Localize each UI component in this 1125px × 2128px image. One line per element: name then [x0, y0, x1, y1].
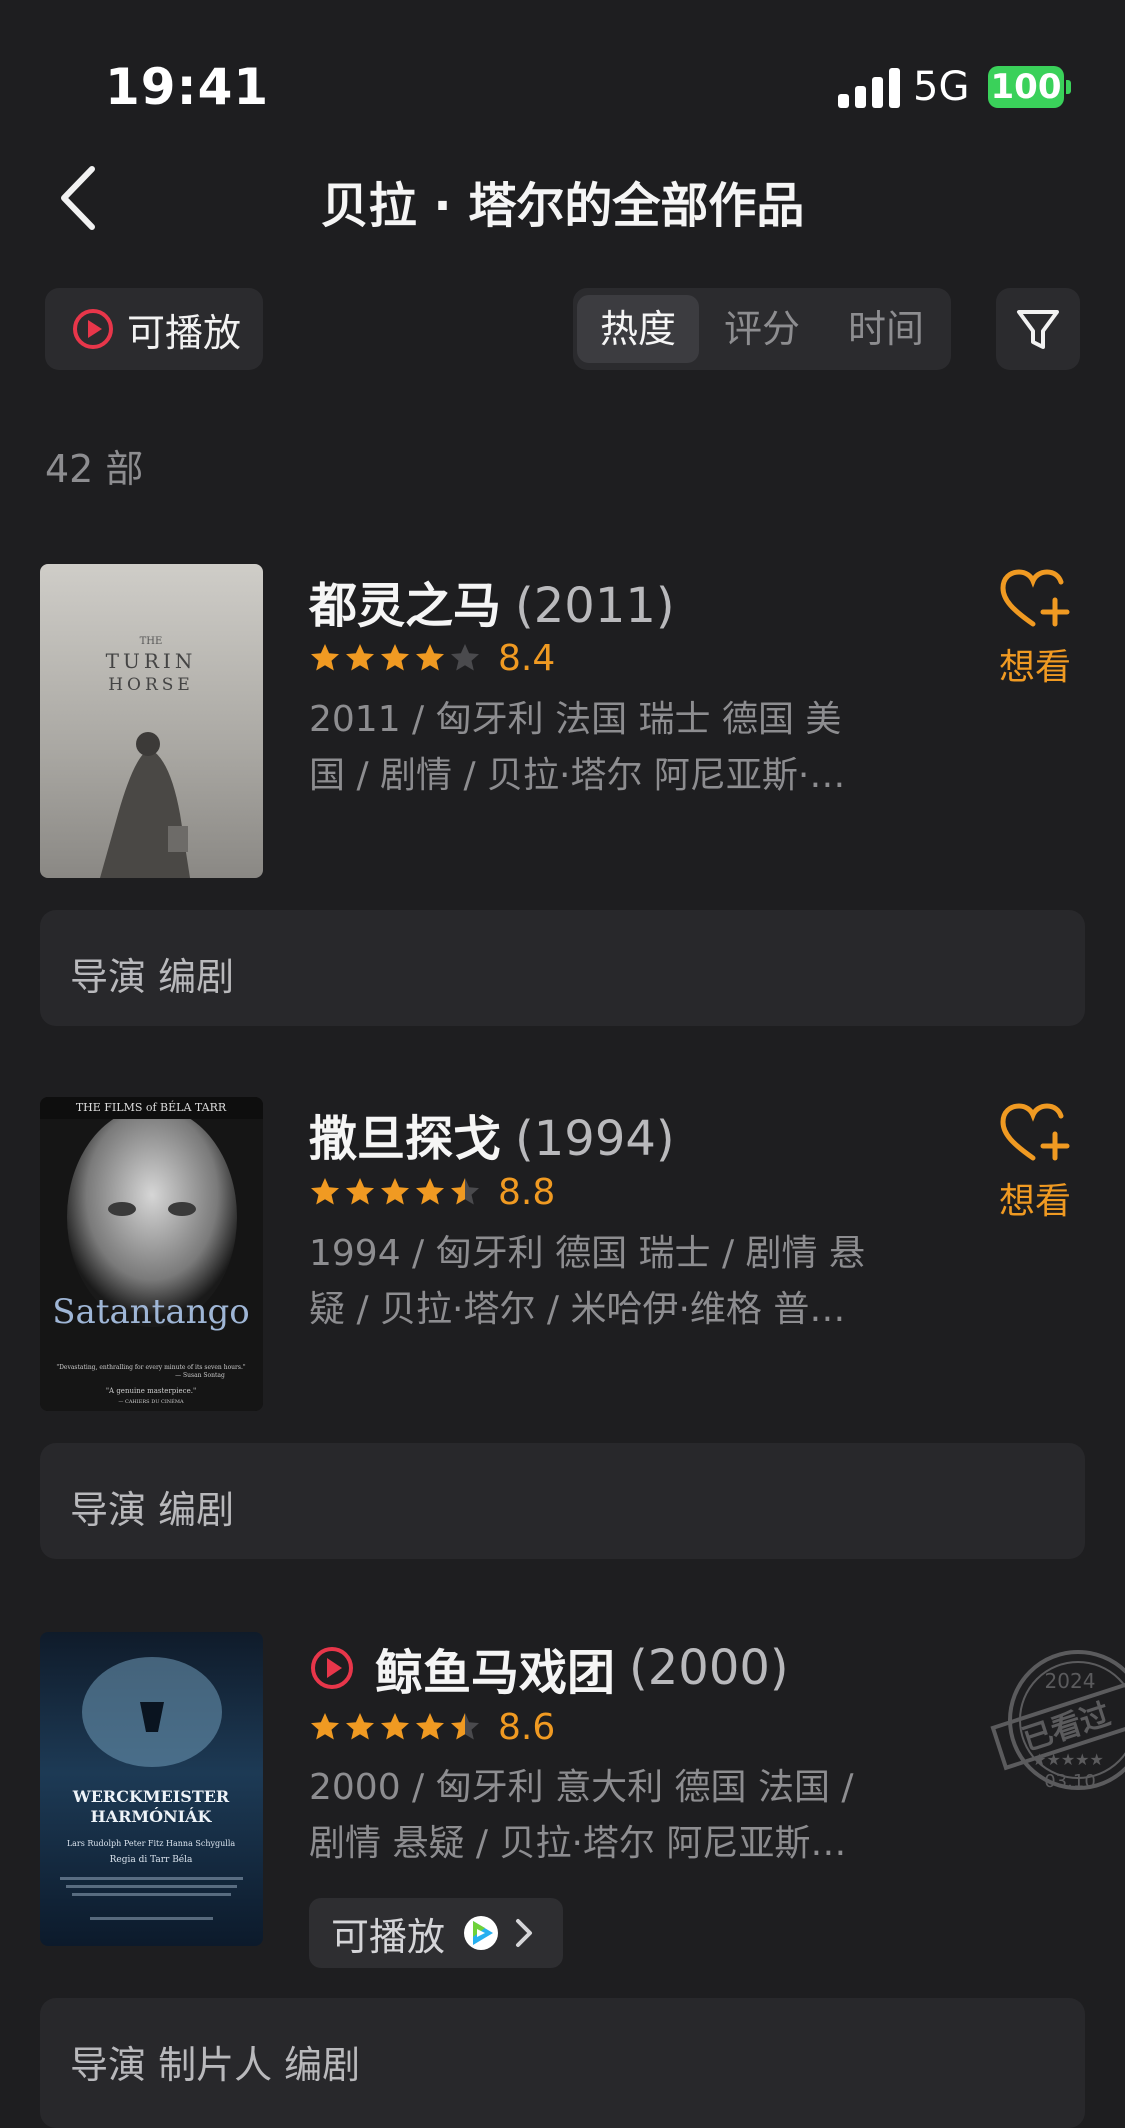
video-platform-icon: [464, 1916, 499, 1950]
poster-text: — Susan Sontag: [175, 1372, 225, 1379]
star-icon: [451, 1178, 479, 1205]
film-meta-line: 1994 / 匈牙利 德国 瑞士 / 剧情 悬: [309, 1233, 865, 1274]
want-to-watch-label: 想看: [998, 647, 1071, 688]
svg-text:★★★★★: ★★★★★: [1032, 1750, 1104, 1769]
funnel-icon: [1017, 310, 1059, 349]
film-meta-line: 剧情 悬疑 / 贝拉·塔尔 阿尼亚斯…: [309, 1823, 847, 1864]
sort-tab-rating[interactable]: 评分: [701, 295, 823, 363]
star-icon: [451, 1713, 479, 1740]
sort-tab-popularity[interactable]: 热度: [577, 295, 699, 363]
film-title-text: 撒旦探戈: [309, 1111, 502, 1167]
rating-stars: 8.4: [309, 637, 556, 679]
film-poster-satantango[interactable]: THE FILMS of BÉLA TARR Satantango "Devas…: [40, 1097, 263, 1411]
film-meta-line: 疑 / 贝拉·塔尔 / 米哈伊·维格 普…: [309, 1289, 846, 1330]
status-time: 19:41: [105, 58, 270, 116]
film-year: (2000): [629, 1640, 789, 1696]
star-icon: [416, 1713, 444, 1740]
star-icon: [451, 644, 479, 671]
film-title-text: 都灵之马: [309, 578, 502, 634]
film-meta-line: 国 / 剧情 / 贝拉·塔尔 阿尼亚斯·…: [309, 755, 846, 796]
play-circle-icon: [311, 1647, 353, 1689]
network-label: 5G: [913, 64, 970, 110]
playable-chip[interactable]: 可播放: [309, 1898, 563, 1968]
rating-score: 8.4: [498, 637, 556, 679]
page-title: 贝拉 · 塔尔的全部作品: [320, 178, 805, 234]
watched-stamp-year: 2024: [1045, 1669, 1096, 1693]
star-icon: [346, 1178, 374, 1205]
role-card[interactable]: 导演 编剧: [40, 1443, 1085, 1559]
star-icon: [381, 1178, 409, 1205]
poster-text: TURIN: [106, 649, 197, 673]
want-to-watch-label: 想看: [998, 1181, 1071, 1222]
want-to-watch-button[interactable]: 想看: [990, 568, 1080, 690]
heart-plus-icon: [1000, 569, 1070, 627]
battery-icon: 100: [988, 66, 1064, 108]
star-icon: [381, 1713, 409, 1740]
heart-plus-icon: [1000, 1103, 1070, 1161]
film-meta: 2000 / 匈牙利 意大利 德国 法国 / 剧情 悬疑 / 贝拉·塔尔 阿尼亚…: [309, 1760, 899, 1872]
poster-text: THE FILMS of BÉLA TARR: [76, 1100, 227, 1114]
film-poster-werckmeister[interactable]: WERCKMEISTER HARMÓNIÁK Lars Rudolph Pete…: [40, 1632, 263, 1946]
film-poster-turin-horse[interactable]: THE TURIN HORSE: [40, 564, 263, 878]
playable-chip-label: 可播放: [331, 1914, 446, 1959]
rating-score: 8.8: [498, 1171, 556, 1213]
film-meta-line: 2011 / 匈牙利 法国 瑞士 德国 美: [309, 699, 842, 740]
star-icon: [346, 1713, 374, 1740]
film-meta: 2011 / 匈牙利 法国 瑞士 德国 美 国 / 剧情 / 贝拉·塔尔 阿尼亚…: [309, 692, 899, 804]
star-icon: [311, 644, 339, 671]
poster-image: WERCKMEISTER HARMÓNIÁK Lars Rudolph Pete…: [60, 1657, 243, 1920]
watched-stamp-graphic: 2024 已看过 ★★★★★ 03.10: [990, 1650, 1125, 1792]
film-year: (1994): [515, 1111, 675, 1167]
star-icon: [346, 644, 374, 671]
poster-text: THE: [140, 636, 163, 647]
battery-tip: [1066, 80, 1071, 94]
poster-image: THE TURIN HORSE: [100, 636, 197, 878]
poster-text: Lars Rudolph Peter Fitz Hanna Schygulla: [67, 1839, 236, 1848]
sort-segmented-control: 热度 评分 时间: [573, 288, 951, 370]
film-meta-line: 2000 / 匈牙利 意大利 德国 法国 /: [309, 1767, 854, 1808]
signal-icon: [838, 66, 900, 108]
playable-filter-button[interactable]: 可播放: [45, 288, 263, 370]
poster-image: THE FILMS of BÉLA TARR Satantango "Devas…: [40, 1097, 263, 1411]
poster-text: Regia di Tarr Béla: [110, 1854, 193, 1865]
poster-text: — CAHIERS DU CINÉMA: [118, 1397, 184, 1405]
film-title[interactable]: 撒旦探戈 (1994): [309, 1099, 675, 1169]
poster-text: HARMÓNIÁK: [91, 1806, 213, 1826]
poster-text: "A genuine masterpiece.": [106, 1387, 196, 1395]
role-card[interactable]: 导演 制片人 编剧: [40, 1998, 1085, 2128]
sort-tab-time[interactable]: 时间: [825, 295, 947, 363]
rating-score: 8.6: [498, 1706, 556, 1748]
rating-stars: 8.8: [309, 1171, 556, 1213]
watched-stamp: 2024 已看过 ★★★★★ 03.10: [988, 1645, 1125, 1795]
play-circle-icon: [73, 309, 113, 349]
film-meta: 1994 / 匈牙利 德国 瑞士 / 剧情 悬 疑 / 贝拉·塔尔 / 米哈伊·…: [309, 1226, 899, 1338]
role-card[interactable]: 导演 编剧: [40, 910, 1085, 1026]
role-label: 导演 制片人 编剧: [70, 2043, 361, 2087]
rating-stars: 8.6: [309, 1706, 556, 1748]
poster-text: Satantango: [52, 1292, 249, 1332]
watched-stamp-date: 03.10: [1044, 1771, 1096, 1792]
star-icon: [311, 1178, 339, 1205]
film-title-text: 鲸鱼马戏团: [375, 1645, 616, 1701]
poster-text: "Devastating, enthralling for every minu…: [56, 1364, 246, 1371]
film-title[interactable]: 鲸鱼马戏团 (2000): [309, 1633, 789, 1703]
result-count: 42 部: [45, 447, 144, 491]
star-icon: [311, 1713, 339, 1740]
poster-text: WERCKMEISTER: [72, 1787, 230, 1806]
filter-button[interactable]: [996, 288, 1080, 370]
role-label: 导演 编剧: [70, 1488, 235, 1532]
poster-text: HORSE: [108, 675, 194, 695]
star-icon: [381, 644, 409, 671]
status-bar: 19:41 5G 100: [0, 0, 1125, 130]
star-icon: [416, 644, 444, 671]
chevron-right-icon: [516, 1919, 533, 1947]
film-title[interactable]: 都灵之马 (2011): [309, 566, 675, 636]
want-to-watch-button[interactable]: 想看: [990, 1102, 1080, 1224]
film-year: (2011): [515, 578, 675, 634]
playable-filter-label: 可播放: [127, 310, 242, 355]
star-icon: [416, 1178, 444, 1205]
role-label: 导演 编剧: [70, 955, 235, 999]
